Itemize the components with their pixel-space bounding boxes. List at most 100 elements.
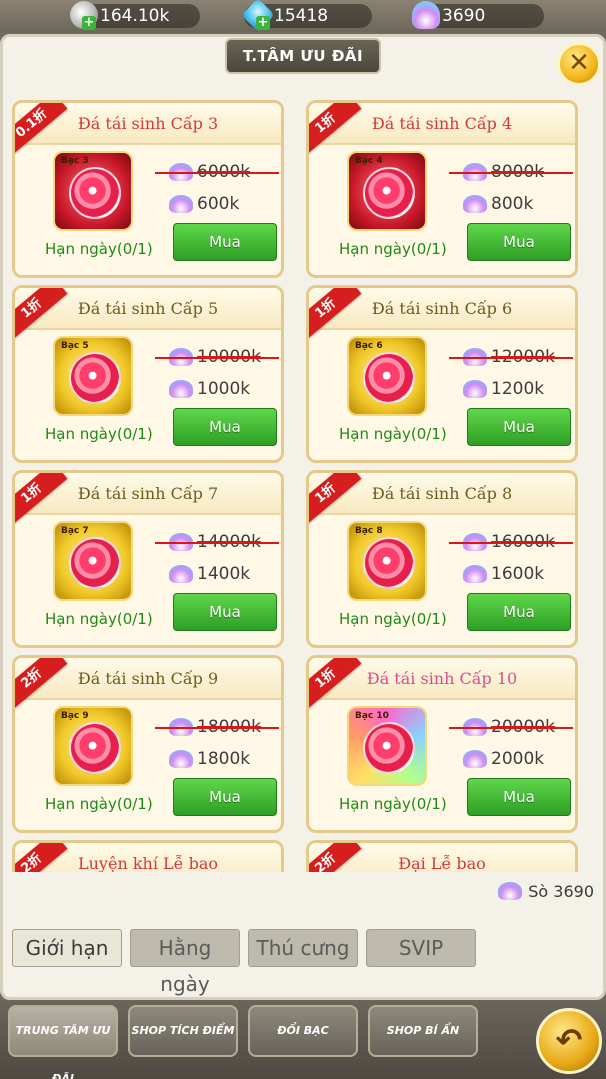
shell-icon	[463, 380, 487, 398]
nav-shop-tich-diem[interactable]: SHOP TÍCH ĐIỂM	[128, 1005, 238, 1057]
daily-limit: Hạn ngày(0/1)	[45, 795, 153, 813]
buy-button[interactable]: Mua	[467, 223, 571, 261]
daily-limit: Hạn ngày(0/1)	[339, 240, 447, 258]
tab-gioi-han[interactable]: Giới hạn	[12, 929, 122, 967]
buy-button[interactable]: Mua	[173, 593, 277, 631]
panel-title: T.TÂM ƯU ĐÃI	[225, 38, 381, 74]
tab-hang-ngay[interactable]: Hằng ngày	[130, 929, 240, 996]
shop-item-card: Đá tái sinh Cấp 5 1折 Bạc 5 10000k 1000k Mua Hạ…	[12, 285, 284, 463]
icon-level-label: Bạc 10	[355, 711, 389, 721]
tab-thu-cung[interactable]: Thú cưng	[248, 929, 358, 967]
shop-item-card: Đá tái sinh Cấp 10 1折 Bạc 10 20000k 2000k Mua…	[306, 655, 578, 833]
buy-button[interactable]: Mua	[173, 408, 277, 446]
shop-item-card: Đá tái sinh Cấp 7 1折 Bạc 7 14000k 1400k Mua Hạ…	[12, 470, 284, 648]
stone-orb-icon	[363, 167, 415, 219]
buy-button[interactable]: Mua	[467, 593, 571, 631]
shell-icon	[169, 750, 193, 768]
shop-item-card: Đại Lễ bao 2折	[306, 840, 578, 872]
stone-orb-icon	[363, 352, 415, 404]
sale-price: 1000k	[169, 378, 250, 400]
stone-orb-icon	[363, 537, 415, 589]
strike-line	[155, 542, 279, 544]
sale-price-value: 800k	[491, 194, 534, 214]
rebirth-stone-icon[interactable]: Bạc 6	[347, 336, 427, 416]
rebirth-stone-icon[interactable]: Bạc 8	[347, 521, 427, 601]
strike-line	[449, 542, 573, 544]
sale-price-value: 1000k	[197, 379, 251, 399]
buy-button[interactable]: Mua	[467, 778, 571, 816]
item-grid[interactable]: Đá tái sinh Cấp 3 0.1折 Bạc 3 6000k 600k Mua Hạ…	[12, 100, 594, 872]
shell-icon	[169, 565, 193, 583]
gem-counter[interactable]: + 15418	[241, 0, 372, 32]
rebirth-stone-icon[interactable]: Bạc 5	[53, 336, 133, 416]
shell-total: Sò 3690	[498, 882, 594, 901]
sale-price-value: 2000k	[491, 749, 545, 769]
shell-value: 3690	[442, 6, 486, 26]
buy-button[interactable]: Mua	[173, 778, 277, 816]
tab-svip[interactable]: SVIP	[366, 929, 476, 967]
sale-price: 1800k	[169, 748, 250, 770]
sale-price-value: 1600k	[491, 564, 545, 584]
shell-icon	[498, 882, 523, 900]
sale-price: 1600k	[463, 563, 544, 585]
nav-trung-tam-uu-dai[interactable]: TRUNG TÂM ƯU ĐÃI	[8, 1005, 118, 1079]
add-silver-icon[interactable]: +	[82, 16, 96, 30]
rebirth-stone-icon[interactable]: Bạc 10	[347, 706, 427, 786]
sale-price: 1200k	[463, 378, 544, 400]
stone-orb-icon	[69, 352, 121, 404]
nav-shop-bi-an[interactable]: SHOP BÍ ẨN	[368, 1005, 478, 1057]
shop-item-card: Đá tái sinh Cấp 8 1折 Bạc 8 16000k 1600k Mua Hạ…	[306, 470, 578, 648]
stone-orb-icon	[69, 722, 121, 774]
shop-item-card: Đá tái sinh Cấp 3 0.1折 Bạc 3 6000k 600k Mua Hạ…	[12, 100, 284, 278]
rebirth-stone-icon[interactable]: Bạc 7	[53, 521, 133, 601]
rebirth-stone-icon[interactable]: Bạc 4	[347, 151, 427, 231]
icon-level-label: Bạc 4	[355, 156, 383, 166]
shell-icon	[463, 750, 487, 768]
shell-icon	[169, 380, 193, 398]
daily-limit: Hạn ngày(0/1)	[45, 240, 153, 258]
shell-counter[interactable]: 3690	[412, 1, 544, 29]
silver-counter[interactable]: + 164.10k	[70, 1, 200, 30]
back-button[interactable]: ↶	[536, 1008, 602, 1074]
icon-level-label: Bạc 6	[355, 341, 383, 351]
icon-level-label: Bạc 3	[61, 156, 89, 166]
add-gem-icon[interactable]: +	[256, 16, 270, 30]
sale-price-value: 1400k	[197, 564, 251, 584]
stone-orb-icon	[363, 722, 415, 774]
daily-limit: Hạn ngày(0/1)	[339, 795, 447, 813]
rebirth-stone-icon[interactable]: Bạc 3	[53, 151, 133, 231]
stone-orb-icon	[69, 167, 121, 219]
daily-limit: Hạn ngày(0/1)	[339, 425, 447, 443]
shell-icon	[412, 1, 440, 29]
daily-limit: Hạn ngày(0/1)	[45, 425, 153, 443]
close-button[interactable]: ✕	[557, 42, 601, 86]
sale-price: 800k	[463, 193, 533, 215]
icon-level-label: Bạc 9	[61, 711, 89, 721]
shell-icon	[169, 195, 193, 213]
icon-level-label: Bạc 5	[61, 341, 89, 351]
shop-item-card: Luyện khí Lễ bao 2折	[12, 840, 284, 872]
sale-price-value: 1200k	[491, 379, 545, 399]
strike-line	[449, 357, 573, 359]
shell-icon	[463, 195, 487, 213]
daily-limit: Hạn ngày(0/1)	[45, 610, 153, 628]
shop-item-card: Đá tái sinh Cấp 4 1折 Bạc 4 8000k 800k Mua Hạn …	[306, 100, 578, 278]
buy-button[interactable]: Mua	[173, 223, 277, 261]
sale-price: 1400k	[169, 563, 250, 585]
shop-item-card: Đá tái sinh Cấp 6 1折 Bạc 6 12000k 1200k Mua Hạ…	[306, 285, 578, 463]
shell-icon	[463, 565, 487, 583]
shell-total-label: Sò 3690	[528, 882, 594, 901]
shop-item-card: Đá tái sinh Cấp 9 2折 Bạc 9 18000k 1800k Mua Hạ…	[12, 655, 284, 833]
icon-level-label: Bạc 8	[355, 526, 383, 536]
sale-price: 2000k	[463, 748, 544, 770]
buy-button[interactable]: Mua	[467, 408, 571, 446]
sale-price-value: 1800k	[197, 749, 251, 769]
resource-bar: + 164.10k + 15418 3690	[0, 0, 606, 32]
strike-line	[449, 172, 573, 174]
rebirth-stone-icon[interactable]: Bạc 9	[53, 706, 133, 786]
sale-price-value: 600k	[197, 194, 240, 214]
nav-doi-bac[interactable]: ĐỔI BẠC	[248, 1005, 358, 1057]
silver-value: 164.10k	[100, 6, 170, 26]
stone-orb-icon	[69, 537, 121, 589]
strike-line	[155, 172, 279, 174]
